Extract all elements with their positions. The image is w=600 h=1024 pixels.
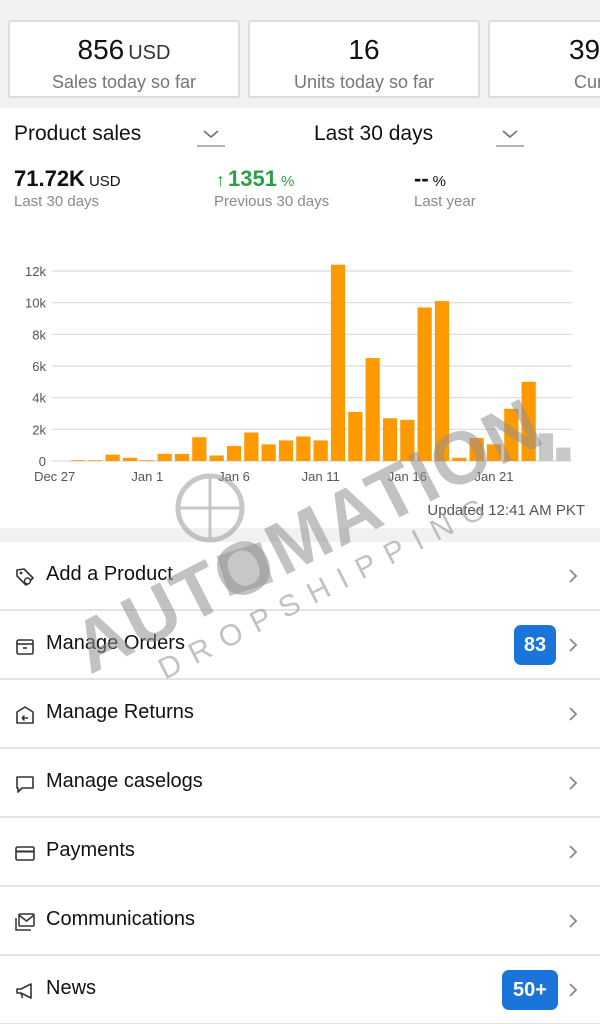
- chart-bar[interactable]: [313, 440, 328, 461]
- x-tick-label: Jan 1: [131, 469, 163, 484]
- summary-strip: 856 USD Sales today so far 16 Units today…: [0, 0, 600, 108]
- chart-bar[interactable]: [192, 437, 207, 461]
- chart-bar[interactable]: [452, 457, 467, 461]
- sales-bar-chart: 0 2k 4k 6k 8k 10k 12k Dec 27 Jan 1 Jan 6 Jan 11 Jan…: [25, 264, 572, 484]
- box-icon: [14, 635, 36, 657]
- chevron-right-icon: [566, 635, 580, 655]
- menu-item-add-product[interactable]: Add a Product: [0, 542, 600, 611]
- y-tick-label: 8k: [32, 327, 46, 342]
- chevron-right-icon: [566, 773, 580, 793]
- orders-count-badge: 83: [514, 625, 556, 665]
- sales-today-card[interactable]: 856 USD Sales today so far: [8, 20, 240, 98]
- y-tick-label: 12k: [25, 264, 46, 279]
- chart-bar[interactable]: [417, 307, 432, 461]
- menu-item-payments[interactable]: Payments: [0, 818, 600, 887]
- menu-item-manage-returns[interactable]: Manage Returns: [0, 680, 600, 749]
- menu-item-label: Manage Orders: [46, 632, 185, 654]
- chevron-right-icon: [566, 842, 580, 862]
- chart-bar[interactable]: [469, 438, 484, 461]
- chevron-right-icon: [566, 704, 580, 724]
- chat-icon: [14, 773, 36, 795]
- last-year-label: Last year: [414, 193, 476, 210]
- card-icon: [14, 842, 36, 864]
- menu-item-manage-orders[interactable]: Manage Orders 83: [0, 611, 600, 680]
- current-value: 39.42: [568, 34, 600, 65]
- chevron-right-icon: [566, 911, 580, 931]
- sales-today-label: Sales today so far: [51, 72, 197, 92]
- sales-today-value: 856 USD: [77, 34, 171, 65]
- arrow-up-icon: ↑: [216, 170, 225, 190]
- previous-period-change: ↑ 1351%: [216, 166, 295, 191]
- menu-item-label: Add a Product: [46, 563, 173, 585]
- section-divider: [0, 528, 600, 542]
- chart-bar[interactable]: [174, 453, 190, 462]
- last-year-change: --%: [414, 166, 446, 191]
- menu-item-label: Communications: [46, 908, 195, 930]
- chart-bar[interactable]: [556, 447, 571, 461]
- units-today-card[interactable]: 16 Units today so far: [248, 20, 480, 98]
- mail-icon: [14, 911, 36, 933]
- x-tick-label: Jan 21: [474, 469, 513, 484]
- chart-bar[interactable]: [88, 460, 103, 461]
- x-tick-label: Jan 6: [218, 469, 250, 484]
- chart-bar[interactable]: [365, 358, 380, 461]
- y-tick-label: 6k: [32, 359, 46, 374]
- chevron-down-icon[interactable]: [496, 126, 524, 148]
- x-tick-label: Dec 27: [34, 469, 75, 484]
- chevron-right-icon: [566, 566, 580, 586]
- chart-bar[interactable]: [244, 432, 259, 462]
- tag-icon: [14, 566, 36, 588]
- chart-bar[interactable]: [278, 440, 294, 461]
- y-tick-label: 0: [39, 454, 46, 469]
- x-tick-label: Jan 11: [302, 469, 340, 484]
- chart-bar[interactable]: [70, 460, 86, 461]
- news-count-badge: 50+: [502, 970, 558, 1010]
- current-period-label: Last 30 days: [14, 193, 100, 210]
- navigation-menu: Add a Product Manage Orders 83 Manage Re…: [0, 542, 600, 1024]
- chart-bar[interactable]: [504, 408, 519, 461]
- return-box-icon: [14, 704, 36, 726]
- chart-bar[interactable]: [157, 453, 172, 462]
- chart-bar[interactable]: [209, 455, 224, 461]
- menu-item-label: Manage Returns: [46, 701, 194, 723]
- megaphone-icon: [14, 980, 36, 1002]
- y-tick-label: 2k: [32, 422, 46, 437]
- y-tick-label: 10k: [25, 296, 46, 311]
- units-today-label: Units today so far: [293, 72, 435, 92]
- chart-bar[interactable]: [486, 444, 502, 462]
- menu-item-communications[interactable]: Communications: [0, 887, 600, 956]
- chart-bar[interactable]: [261, 444, 276, 462]
- chart-bar[interactable]: [330, 264, 346, 461]
- metric-selector[interactable]: Product sales: [14, 122, 141, 146]
- chart-bar[interactable]: [434, 301, 450, 461]
- period-selector[interactable]: Last 30 days: [314, 122, 433, 146]
- menu-item-manage-caselogs[interactable]: Manage caselogs: [0, 749, 600, 818]
- chart-bar[interactable]: [538, 433, 554, 461]
- chevron-right-icon: [566, 980, 580, 1000]
- x-tick-label: Jan 16: [388, 469, 427, 484]
- updated-timestamp: Updated 12:41 AM PKT: [427, 502, 585, 519]
- previous-period-label: Previous 30 days: [214, 193, 330, 210]
- current-card[interactable]: 39.42 Current: [488, 20, 600, 98]
- units-today-value: 16: [348, 34, 380, 65]
- menu-item-label: News: [46, 977, 97, 999]
- chart-bar[interactable]: [348, 411, 363, 461]
- chevron-down-icon[interactable]: [197, 126, 225, 148]
- menu-item-label: Payments: [46, 839, 135, 861]
- current-label: Current: [573, 72, 600, 92]
- chart-bar[interactable]: [382, 418, 398, 461]
- current-period-value: 71.72K USD: [14, 166, 121, 191]
- menu-item-label: Manage caselogs: [46, 770, 203, 792]
- chart-bar[interactable]: [226, 445, 242, 461]
- chart-bar[interactable]: [105, 454, 120, 461]
- chart-bar[interactable]: [400, 419, 415, 461]
- chart-bar[interactable]: [521, 381, 536, 461]
- chart-bar[interactable]: [122, 457, 138, 461]
- chart-bar[interactable]: [140, 460, 155, 461]
- y-tick-label: 4k: [32, 391, 46, 406]
- menu-item-news[interactable]: News 50+: [0, 956, 600, 1024]
- chart-bar[interactable]: [296, 436, 311, 461]
